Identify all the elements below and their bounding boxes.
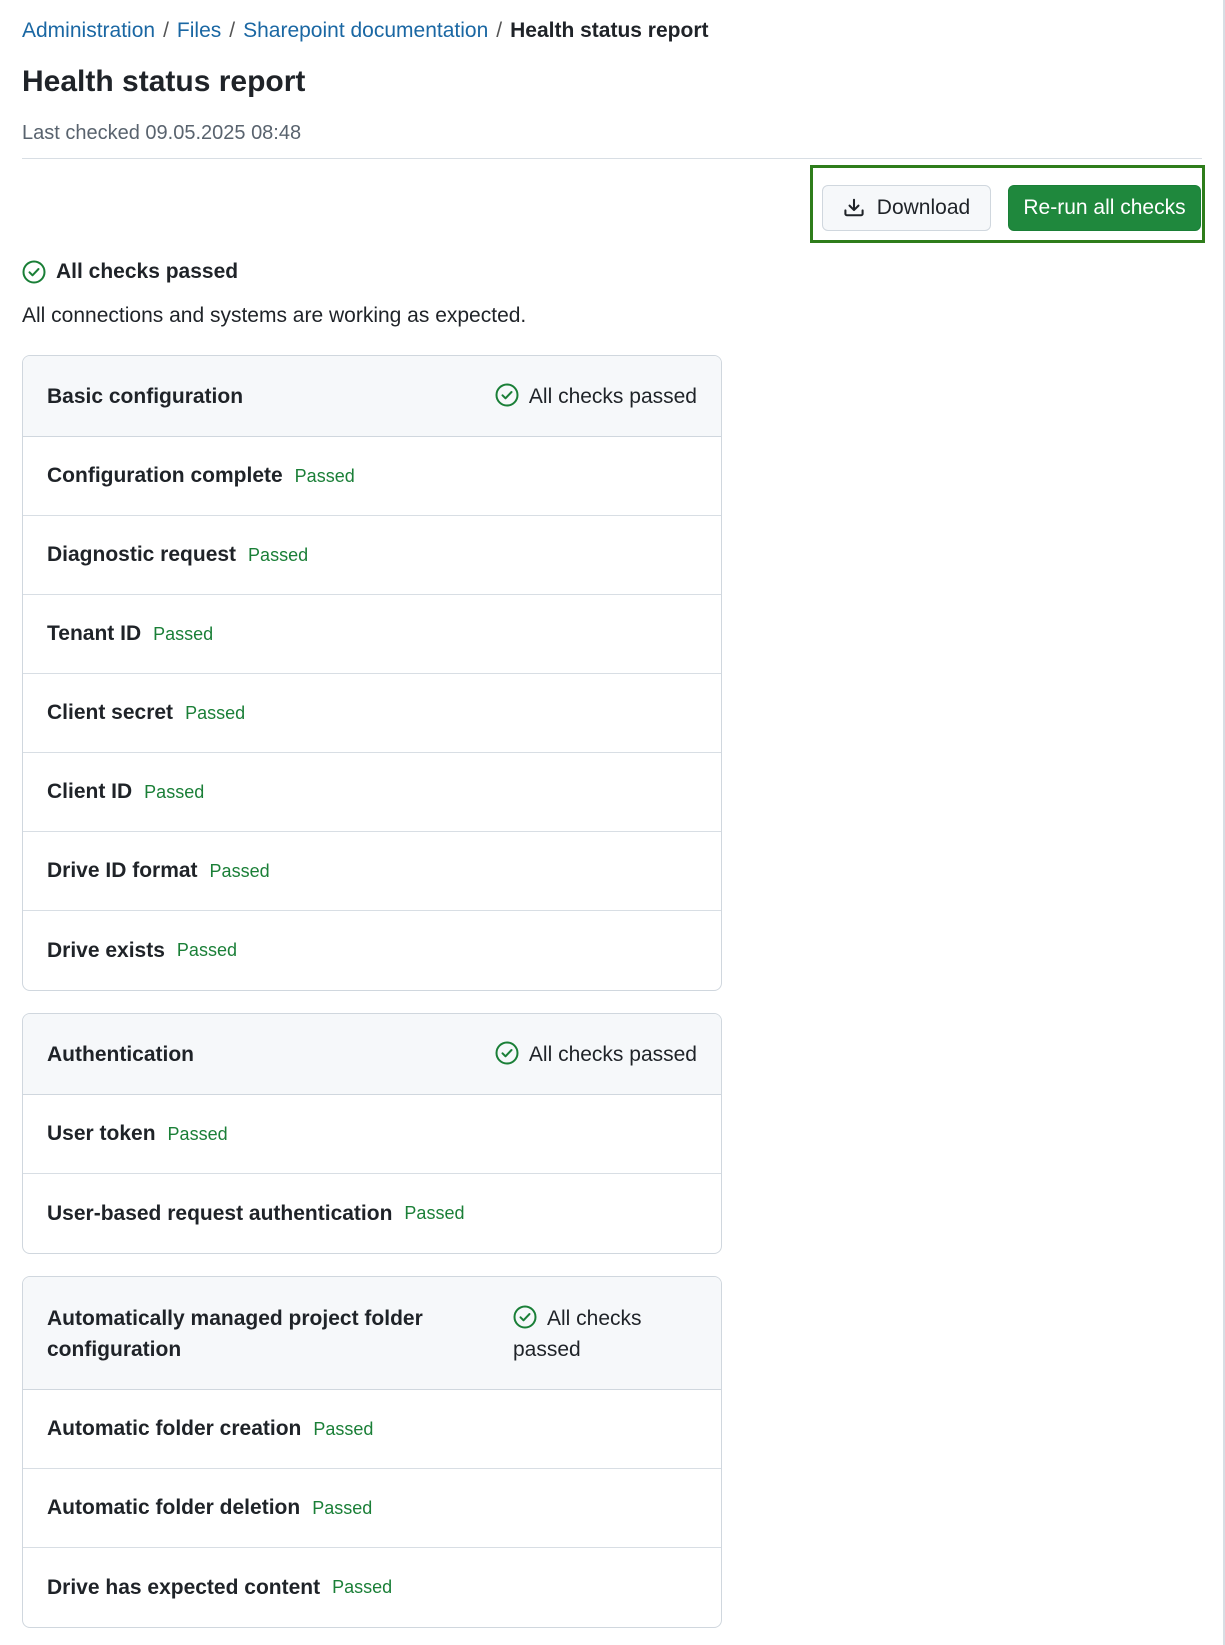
check-status-badge: Passed bbox=[144, 781, 205, 802]
check-name: Client ID bbox=[47, 780, 133, 803]
check-row: Drive has expected content Passed bbox=[23, 1548, 721, 1627]
download-button-label: Download bbox=[876, 196, 971, 219]
check-row: Tenant ID Passed bbox=[23, 595, 721, 674]
check-status-badge: Passed bbox=[176, 940, 237, 960]
action-toolbar: Download Re-run all checks bbox=[810, 165, 1205, 243]
group-status-label: All checks passed bbox=[528, 1043, 697, 1066]
group-header: Basic configuration All checks passed bbox=[23, 356, 721, 437]
check-name: User token bbox=[47, 1122, 156, 1145]
check-status-badge: Passed bbox=[332, 1577, 393, 1597]
check-row: Automatic folder creation Passed bbox=[23, 1390, 721, 1469]
check-status-badge: Passed bbox=[153, 623, 214, 644]
check-name: Diagnostic request bbox=[47, 543, 237, 566]
breadcrumb-current: Health status report bbox=[510, 19, 709, 42]
breadcrumb-files[interactable]: Files bbox=[177, 19, 221, 42]
check-name: Drive has expected content bbox=[47, 1575, 321, 1599]
page-title: Health status report bbox=[22, 65, 306, 98]
check-row: Client ID Passed bbox=[23, 753, 721, 832]
group-header: Authentication All checks passed bbox=[23, 1014, 721, 1095]
last-checked-text: Last checked 09.05.2025 08:48 bbox=[22, 122, 302, 144]
check-group-project-folder-configuration: Automatically managed project folder con… bbox=[22, 1276, 722, 1628]
check-group-authentication: Authentication All checks passed User to… bbox=[22, 1013, 722, 1254]
check-name: Configuration complete bbox=[47, 464, 283, 487]
check-status-badge: Passed bbox=[248, 544, 309, 565]
check-status-badge: Passed bbox=[167, 1123, 228, 1144]
group-title: Automatically managed project folder con… bbox=[47, 1307, 423, 1361]
check-name: Drive ID format bbox=[47, 859, 198, 882]
summary-description: All connections and systems are working … bbox=[22, 304, 527, 327]
group-status: All checks passed bbox=[495, 1039, 697, 1070]
group-title: Basic configuration bbox=[47, 385, 244, 408]
check-row: Automatic folder deletion Passed bbox=[23, 1469, 721, 1548]
breadcrumb-separator: / bbox=[496, 19, 503, 42]
breadcrumb-separator: / bbox=[163, 19, 169, 42]
check-row: Drive ID format Passed bbox=[23, 832, 721, 911]
check-status-badge: Passed bbox=[185, 702, 246, 723]
group-title: Authentication bbox=[47, 1043, 194, 1066]
check-status-badge: Passed bbox=[312, 1497, 373, 1518]
check-status-badge: Passed bbox=[313, 1418, 374, 1439]
title-divider bbox=[22, 158, 1202, 159]
group-status-label: All checks passed bbox=[528, 385, 697, 408]
check-name: Client secret bbox=[47, 701, 174, 724]
check-name: Tenant ID bbox=[47, 622, 142, 645]
breadcrumb-administration[interactable]: Administration bbox=[22, 19, 155, 42]
summary-title: All checks passed bbox=[56, 260, 239, 283]
check-name: Automatic folder creation bbox=[47, 1417, 302, 1440]
breadcrumb: Administration / Files / Sharepoint document… bbox=[22, 17, 708, 45]
group-status: All checks passed bbox=[495, 381, 697, 412]
check-circle-icon bbox=[495, 383, 519, 407]
check-status-badge: Passed bbox=[294, 465, 355, 486]
check-row: Diagnostic request Passed bbox=[23, 516, 721, 595]
check-row: User-based request authentication Passed bbox=[23, 1174, 721, 1253]
check-row: Client secret Passed bbox=[23, 674, 721, 753]
check-name: Drive exists bbox=[47, 938, 165, 962]
breadcrumb-separator: / bbox=[229, 19, 236, 42]
download-button[interactable]: Download bbox=[822, 185, 991, 231]
check-status-badge: Passed bbox=[404, 1203, 465, 1223]
rerun-all-checks-button[interactable]: Re-run all checks bbox=[1008, 185, 1201, 231]
group-header: Automatically managed project folder con… bbox=[23, 1277, 721, 1390]
breadcrumb-sharepoint-documentation[interactable]: Sharepoint documentation bbox=[243, 19, 488, 42]
check-row: Drive exists Passed bbox=[23, 911, 721, 990]
download-icon bbox=[844, 198, 864, 217]
check-name: User-based request authentication bbox=[47, 1201, 393, 1225]
group-status: All checks passed bbox=[513, 1303, 663, 1365]
check-row: User token Passed bbox=[23, 1095, 721, 1174]
check-circle-icon bbox=[513, 1305, 537, 1329]
check-status-badge: Passed bbox=[209, 860, 270, 881]
check-group-basic-configuration: Basic configuration All checks passed Co… bbox=[22, 355, 722, 991]
overall-summary: All checks passed bbox=[22, 258, 238, 286]
check-row: Configuration complete Passed bbox=[23, 437, 721, 516]
check-name: Automatic folder deletion bbox=[47, 1496, 301, 1519]
check-circle-icon bbox=[495, 1041, 519, 1065]
check-circle-icon bbox=[22, 260, 46, 284]
